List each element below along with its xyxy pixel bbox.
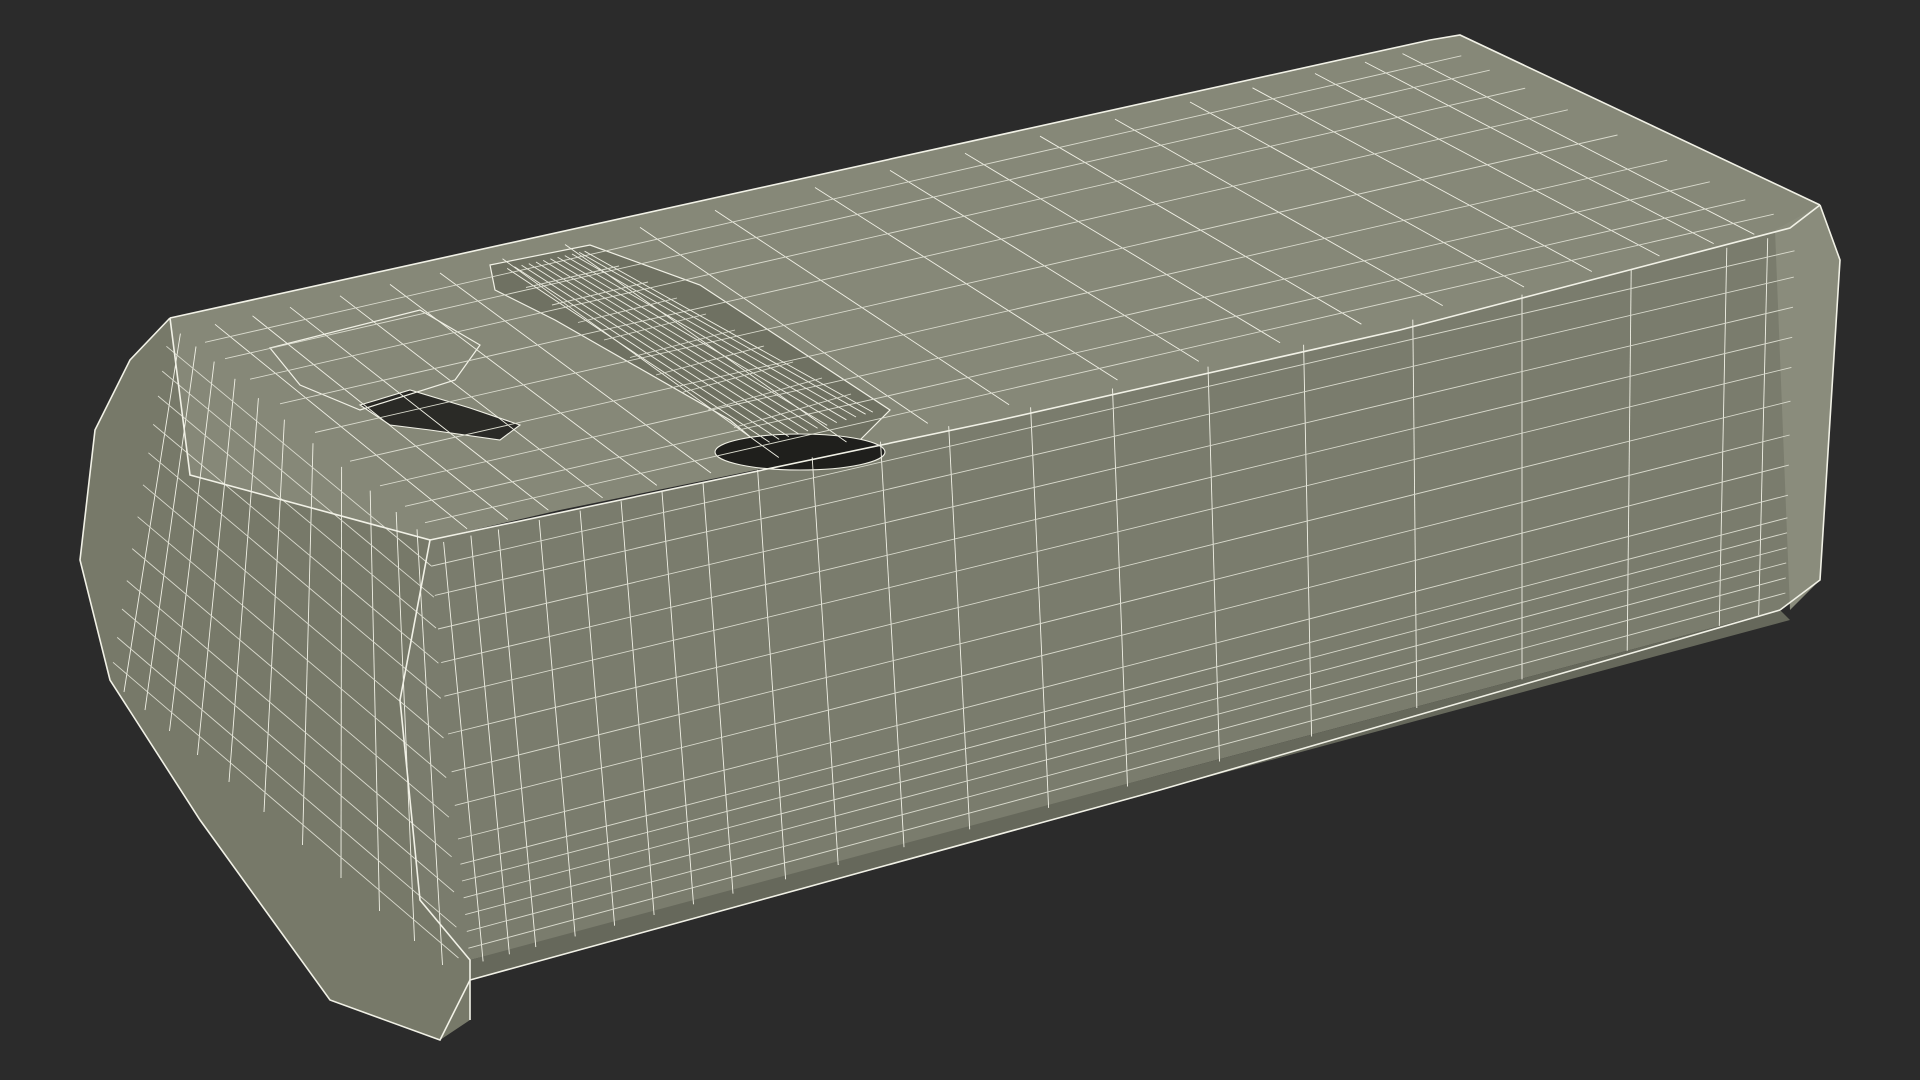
end-wire-u-7 xyxy=(340,466,343,879)
3d-viewport[interactable] xyxy=(0,0,1920,1080)
latch-hole xyxy=(714,433,886,471)
wireframe-model-render xyxy=(0,0,1920,1080)
